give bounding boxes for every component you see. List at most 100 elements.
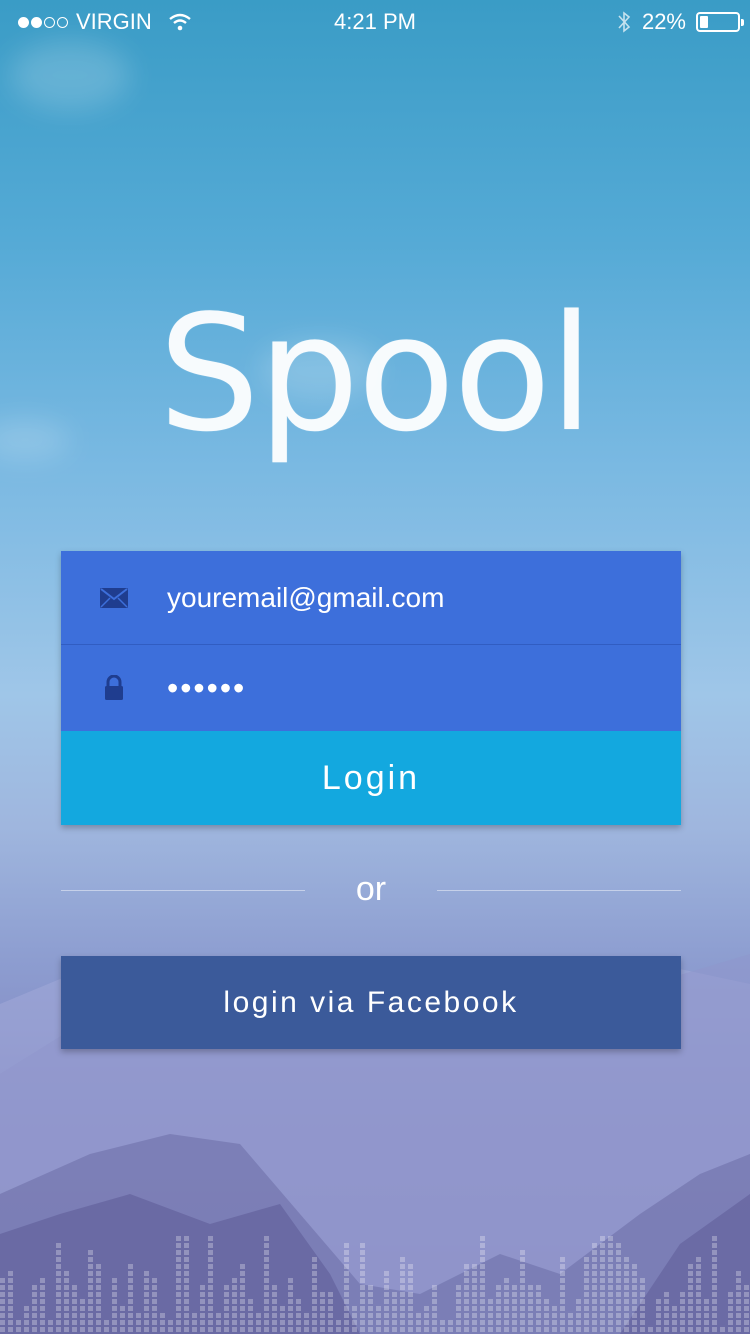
equalizer-cell (456, 1299, 461, 1304)
equalizer-cell (592, 1278, 597, 1283)
equalizer-cell (192, 1313, 197, 1318)
lock-icon (61, 675, 167, 701)
equalizer-cell (584, 1278, 589, 1283)
equalizer-cell (592, 1292, 597, 1297)
equalizer-cell (480, 1320, 485, 1325)
equalizer-cell (560, 1257, 565, 1262)
equalizer-cell (88, 1320, 93, 1325)
equalizer-cell (296, 1299, 301, 1304)
equalizer-cell (264, 1271, 269, 1276)
equalizer-cell (576, 1306, 581, 1311)
equalizer-cell (464, 1327, 469, 1332)
equalizer-cell (224, 1313, 229, 1318)
equalizer-cell (712, 1327, 717, 1332)
equalizer-cell (288, 1306, 293, 1311)
equalizer-cell (144, 1285, 149, 1290)
equalizer-cell (624, 1271, 629, 1276)
equalizer-cell (88, 1292, 93, 1297)
equalizer-cell (352, 1320, 357, 1325)
equalizer-cell (128, 1313, 133, 1318)
divider-line-right (437, 890, 681, 891)
equalizer-cell (56, 1278, 61, 1283)
equalizer-cell (408, 1320, 413, 1325)
equalizer-cell (128, 1278, 133, 1283)
equalizer-cell (160, 1320, 165, 1325)
equalizer-cell (616, 1257, 621, 1262)
equalizer-cell (608, 1236, 613, 1241)
equalizer-cell (496, 1306, 501, 1311)
equalizer-cell (208, 1306, 213, 1311)
equalizer-cell (184, 1306, 189, 1311)
equalizer-cell (496, 1299, 501, 1304)
email-field[interactable]: youremail@gmail.com (61, 551, 681, 644)
equalizer-cell (616, 1327, 621, 1332)
equalizer-cell (608, 1243, 613, 1248)
equalizer-cell (56, 1271, 61, 1276)
email-input[interactable]: youremail@gmail.com (167, 582, 444, 614)
equalizer-cell (600, 1243, 605, 1248)
equalizer-cell (136, 1327, 141, 1332)
equalizer-cell (584, 1320, 589, 1325)
equalizer-cell (40, 1327, 45, 1332)
password-input[interactable]: •••••• (167, 670, 246, 707)
app-logo: Spool (0, 280, 750, 467)
equalizer-cell (400, 1257, 405, 1262)
equalizer-cell (408, 1271, 413, 1276)
equalizer-cell (664, 1306, 669, 1311)
equalizer-cell (344, 1278, 349, 1283)
equalizer-cell (408, 1285, 413, 1290)
equalizer-cell (720, 1327, 725, 1332)
equalizer-cell (24, 1313, 29, 1318)
equalizer-cell (600, 1285, 605, 1290)
equalizer-cell (400, 1313, 405, 1318)
equalizer-cell (296, 1313, 301, 1318)
equalizer-cell (152, 1320, 157, 1325)
equalizer-cell (8, 1299, 13, 1304)
equalizer-cell (0, 1313, 5, 1318)
equalizer-cell (368, 1306, 373, 1311)
equalizer-cell (264, 1250, 269, 1255)
equalizer-cell (744, 1299, 749, 1304)
equalizer-cell (640, 1320, 645, 1325)
equalizer-cell (360, 1278, 365, 1283)
equalizer-cell (472, 1320, 477, 1325)
equalizer-cell (112, 1285, 117, 1290)
equalizer-cell (240, 1327, 245, 1332)
equalizer-cell (288, 1327, 293, 1332)
equalizer-cell (256, 1313, 261, 1318)
equalizer-cell (696, 1299, 701, 1304)
equalizer-cell (272, 1299, 277, 1304)
equalizer-cell (96, 1264, 101, 1269)
equalizer-cell (520, 1320, 525, 1325)
equalizer-cell (88, 1257, 93, 1262)
facebook-login-button[interactable]: login via Facebook (61, 956, 681, 1049)
equalizer-cell (176, 1299, 181, 1304)
password-field[interactable]: •••••• (61, 644, 681, 731)
equalizer-cell (80, 1299, 85, 1304)
equalizer-cell (168, 1320, 173, 1325)
equalizer-cell (664, 1292, 669, 1297)
equalizer-cell (536, 1320, 541, 1325)
equalizer-cell (480, 1313, 485, 1318)
equalizer-cell (72, 1285, 77, 1290)
equalizer-cell (32, 1299, 37, 1304)
equalizer-cell (32, 1313, 37, 1318)
equalizer-cell (56, 1243, 61, 1248)
equalizer-cell (96, 1278, 101, 1283)
equalizer-cell (504, 1285, 509, 1290)
equalizer-cell (184, 1264, 189, 1269)
equalizer-cell (232, 1306, 237, 1311)
equalizer-cell (600, 1299, 605, 1304)
equalizer-cell (408, 1313, 413, 1318)
equalizer-cell (584, 1292, 589, 1297)
equalizer-cell (736, 1292, 741, 1297)
equalizer-cell (264, 1285, 269, 1290)
equalizer-cell (592, 1257, 597, 1262)
equalizer-cell (200, 1292, 205, 1297)
equalizer-cell (600, 1327, 605, 1332)
equalizer-cell (728, 1299, 733, 1304)
equalizer-cell (24, 1320, 29, 1325)
equalizer-cell (72, 1313, 77, 1318)
login-button[interactable]: Login (61, 731, 681, 825)
equalizer-cell (568, 1327, 573, 1332)
